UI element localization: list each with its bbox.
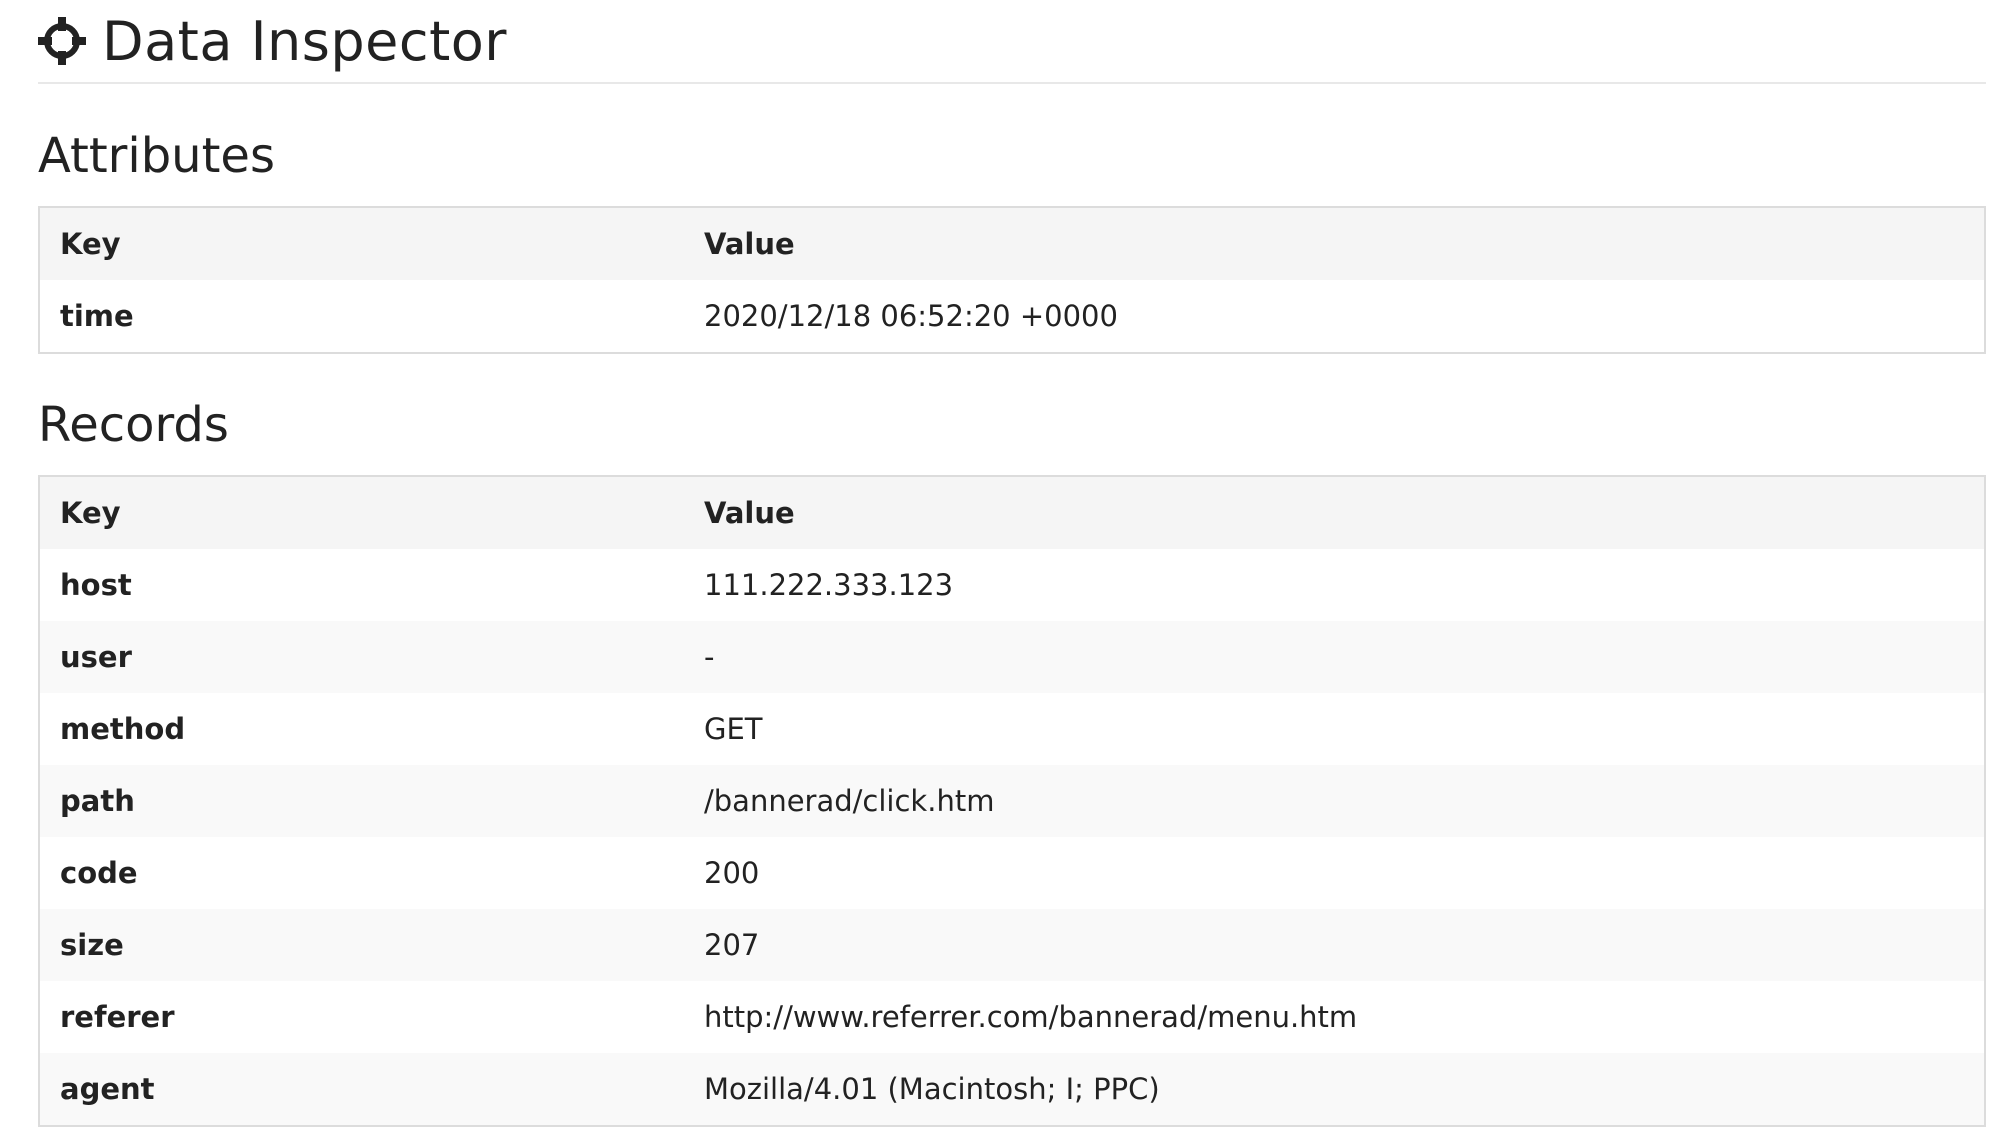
row-value: GET bbox=[684, 693, 1985, 765]
row-value: 2020/12/18 06:52:20 +0000 bbox=[684, 280, 1985, 353]
column-header-value: Value bbox=[684, 476, 1985, 549]
table-row: time 2020/12/18 06:52:20 +0000 bbox=[39, 280, 1985, 353]
row-key: time bbox=[39, 280, 684, 353]
row-key: path bbox=[39, 765, 684, 837]
table-row: host 111.222.333.123 bbox=[39, 549, 1985, 621]
row-value: 111.222.333.123 bbox=[684, 549, 1985, 621]
row-value: 200 bbox=[684, 837, 1985, 909]
row-value: /bannerad/click.htm bbox=[684, 765, 1985, 837]
page-title: Data Inspector bbox=[102, 9, 507, 73]
records-title: Records bbox=[38, 397, 229, 453]
row-value: - bbox=[684, 621, 1985, 693]
row-value: Mozilla/4.01 (Macintosh; I; PPC) bbox=[684, 1053, 1985, 1126]
attributes-table: Key Value time 2020/12/18 06:52:20 +0000 bbox=[38, 206, 1986, 354]
column-header-key: Key bbox=[39, 476, 684, 549]
table-row: code 200 bbox=[39, 837, 1985, 909]
attributes-title: Attributes bbox=[38, 128, 275, 184]
table-row: agent Mozilla/4.01 (Macintosh; I; PPC) bbox=[39, 1053, 1985, 1126]
records-table: Key Value host 111.222.333.123 user - me… bbox=[38, 475, 1986, 1127]
records-header-row: Key Value bbox=[39, 476, 1985, 549]
table-row: method GET bbox=[39, 693, 1985, 765]
data-inspector-page: Data Inspector Attributes Key Value time… bbox=[38, 0, 1986, 1127]
row-value: http://www.referrer.com/bannerad/menu.ht… bbox=[684, 981, 1985, 1053]
row-key: agent bbox=[39, 1053, 684, 1126]
page-header: Data Inspector bbox=[38, 0, 1986, 84]
row-key: method bbox=[39, 693, 684, 765]
column-header-key: Key bbox=[39, 207, 684, 280]
table-row: user - bbox=[39, 621, 1985, 693]
row-key: referer bbox=[39, 981, 684, 1053]
table-row: size 207 bbox=[39, 909, 1985, 981]
row-value: 207 bbox=[684, 909, 1985, 981]
row-key: size bbox=[39, 909, 684, 981]
row-key: code bbox=[39, 837, 684, 909]
column-header-value: Value bbox=[684, 207, 1985, 280]
row-key: user bbox=[39, 621, 684, 693]
table-row: path /bannerad/click.htm bbox=[39, 765, 1985, 837]
crosshair-icon bbox=[38, 17, 86, 65]
attributes-header-row: Key Value bbox=[39, 207, 1985, 280]
table-row: referer http://www.referrer.com/bannerad… bbox=[39, 981, 1985, 1053]
row-key: host bbox=[39, 549, 684, 621]
